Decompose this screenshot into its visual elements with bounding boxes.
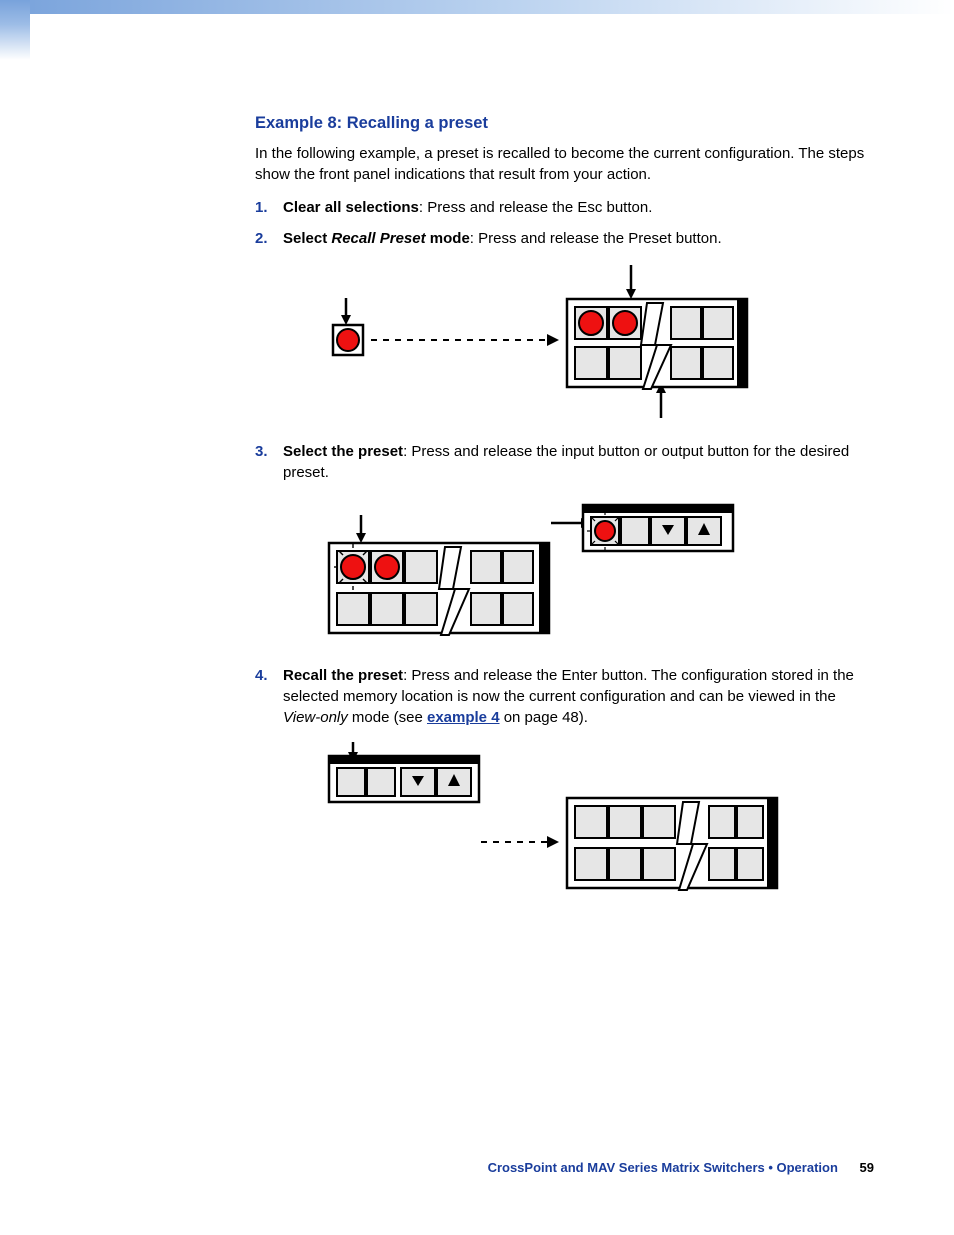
- step-4-lead: Recall the preset: [283, 667, 403, 684]
- footer-doc-title: CrossPoint and MAV Series Matrix Switche…: [488, 1160, 838, 1175]
- step-2-lead-a: Select: [283, 230, 331, 247]
- diagram-select-preset: [311, 497, 741, 647]
- diagram-preset-button: [311, 263, 751, 423]
- step-3-lead: Select the preset: [283, 443, 403, 460]
- step-4-italic: View-only: [283, 709, 348, 726]
- step-4-rest-c: on page 48).: [500, 709, 588, 726]
- step-4: Recall the preset: Press and release the…: [255, 665, 874, 902]
- page-footer: CrossPoint and MAV Series Matrix Switche…: [488, 1160, 874, 1175]
- section-title: Example 8: Recalling a preset: [255, 114, 874, 133]
- example-4-link[interactable]: example 4: [427, 709, 500, 726]
- figure-step-3: [311, 497, 874, 647]
- step-2-lead-b: Recall Preset: [331, 230, 425, 247]
- step-4-rest-b: mode (see: [348, 709, 427, 726]
- header-gradient-bar: [0, 0, 954, 14]
- diagram-recall-preset: [311, 742, 791, 902]
- step-2: Select Recall Preset mode: Press and rel…: [255, 228, 874, 423]
- step-2-rest: : Press and release the Preset button.: [470, 230, 722, 247]
- step-3: Select the preset: Press and release the…: [255, 441, 874, 647]
- step-2-lead-c: mode: [426, 230, 470, 247]
- figure-step-4: [311, 742, 874, 902]
- page-content: Example 8: Recalling a preset In the fol…: [0, 14, 954, 902]
- intro-paragraph: In the following example, a preset is re…: [255, 143, 874, 185]
- step-1: Clear all selections: Press and release …: [255, 197, 874, 218]
- step-1-rest: : Press and release the Esc button.: [419, 199, 652, 216]
- figure-step-2: [311, 263, 874, 423]
- steps-list: Clear all selections: Press and release …: [255, 197, 874, 902]
- footer-page-number: 59: [860, 1160, 874, 1175]
- step-1-lead: Clear all selections: [283, 199, 419, 216]
